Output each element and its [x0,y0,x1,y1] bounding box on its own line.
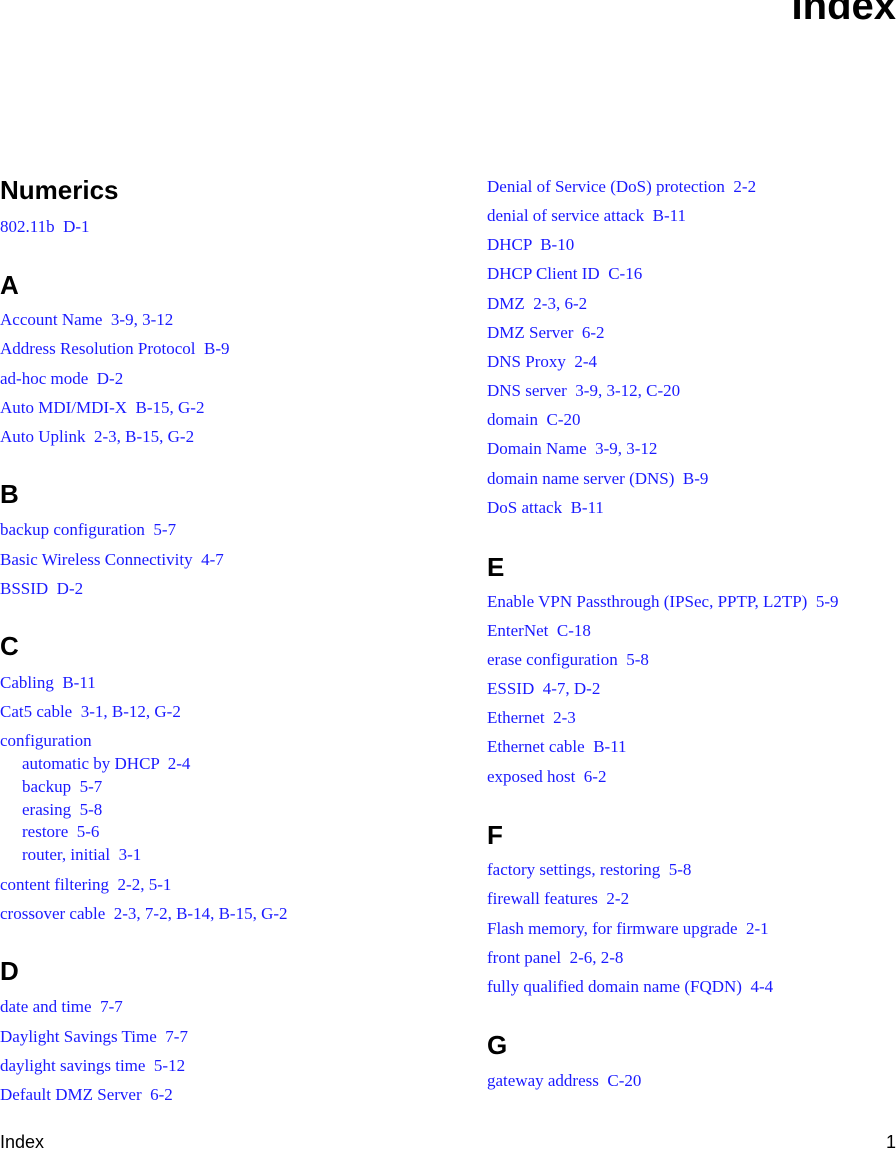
index-entry[interactable]: firewall features 2-2 [487,889,629,909]
index-entry[interactable]: erase configuration 5-8 [487,650,649,670]
section-heading-f: F [487,820,503,850]
index-entry[interactable]: DoS attack B-11 [487,498,604,518]
section-heading-c: C [0,631,19,661]
index-entry[interactable]: fully qualified domain name (FQDN) 4-4 [487,977,773,997]
index-entry[interactable]: DHCP Client ID C-16 [487,264,642,284]
index-entry[interactable]: Domain Name 3-9, 3-12 [487,439,657,459]
index-subentry[interactable]: erasing 5-8 [22,800,102,820]
footer-section-name: Index [0,1132,45,1152]
index-entry[interactable]: factory settings, restoring 5-8 [487,860,691,880]
index-entry[interactable]: ESSID 4-7, D-2 [487,679,600,699]
section-heading-d: D [0,956,19,986]
index-entry[interactable]: daylight savings time 5-12 [0,1056,185,1076]
section-heading-b: B [0,479,19,509]
index-entry[interactable]: DNS Proxy 2-4 [487,352,597,372]
index-entry[interactable]: Ethernet cable B-11 [487,737,627,757]
index-subentry[interactable]: restore 5-6 [22,822,99,842]
index-entry[interactable]: Account Name 3-9, 3-12 [0,310,173,330]
index-entry[interactable]: gateway address C-20 [487,1071,641,1091]
index-entry[interactable]: BSSID D-2 [0,579,83,599]
index-entry[interactable]: DMZ Server 6-2 [487,323,605,343]
index-entry[interactable]: Address Resolution Protocol B-9 [0,339,230,359]
index-entry[interactable]: ad-hoc mode D-2 [0,369,123,389]
index-entry[interactable]: content filtering 2-2, 5-1 [0,875,171,895]
index-entry[interactable]: Basic Wireless Connectivity 4-7 [0,550,224,570]
index-subentry[interactable]: router, initial 3-1 [22,845,141,865]
section-heading-e: E [487,552,505,582]
index-entry[interactable]: DMZ 2-3, 6-2 [487,294,587,314]
index-entry[interactable]: EnterNet C-18 [487,621,591,641]
page-title: Index [791,0,896,28]
index-subentry[interactable]: backup 5-7 [22,777,102,797]
index-entry[interactable]: crossover cable 2-3, 7-2, B-14, B-15, G-… [0,904,288,924]
index-entry[interactable]: Default DMZ Server 6-2 [0,1085,173,1105]
index-entry[interactable]: configuration [0,731,92,751]
index-entry[interactable]: Ethernet 2-3 [487,708,576,728]
index-entry[interactable]: Cabling B-11 [0,673,96,693]
footer-page-number: 1 [885,1132,896,1152]
index-entry[interactable]: Denial of Service (DoS) protection 2-2 [487,177,756,197]
index-entry[interactable]: DNS server 3-9, 3-12, C-20 [487,381,680,401]
index-subentry[interactable]: automatic by DHCP 2-4 [22,754,190,774]
index-entry[interactable]: domain C-20 [487,410,581,430]
section-heading-numerics: Numerics [0,175,119,205]
index-entry[interactable]: backup configuration 5-7 [0,520,176,540]
index-entry[interactable]: 802.11b D-1 [0,217,90,237]
index-entry[interactable]: Auto MDI/MDI-X B-15, G-2 [0,398,204,418]
index-entry[interactable]: exposed host 6-2 [487,767,606,787]
index-entry[interactable]: domain name server (DNS) B-9 [487,469,708,489]
index-entry[interactable]: date and time 7-7 [0,997,123,1017]
section-heading-g: G [487,1030,508,1060]
index-entry[interactable]: Daylight Savings Time 7-7 [0,1027,188,1047]
section-heading-a: A [0,270,19,300]
index-entry[interactable]: Cat5 cable 3-1, B-12, G-2 [0,702,181,722]
index-entry[interactable]: denial of service attack B-11 [487,206,686,226]
index-entry[interactable]: DHCP B-10 [487,235,574,255]
index-entry[interactable]: Enable VPN Passthrough (IPSec, PPTP, L2T… [487,592,839,612]
index-entry[interactable]: Flash memory, for firmware upgrade 2-1 [487,919,769,939]
index-entry[interactable]: front panel 2-6, 2-8 [487,948,623,968]
index-entry[interactable]: Auto Uplink 2-3, B-15, G-2 [0,427,194,447]
